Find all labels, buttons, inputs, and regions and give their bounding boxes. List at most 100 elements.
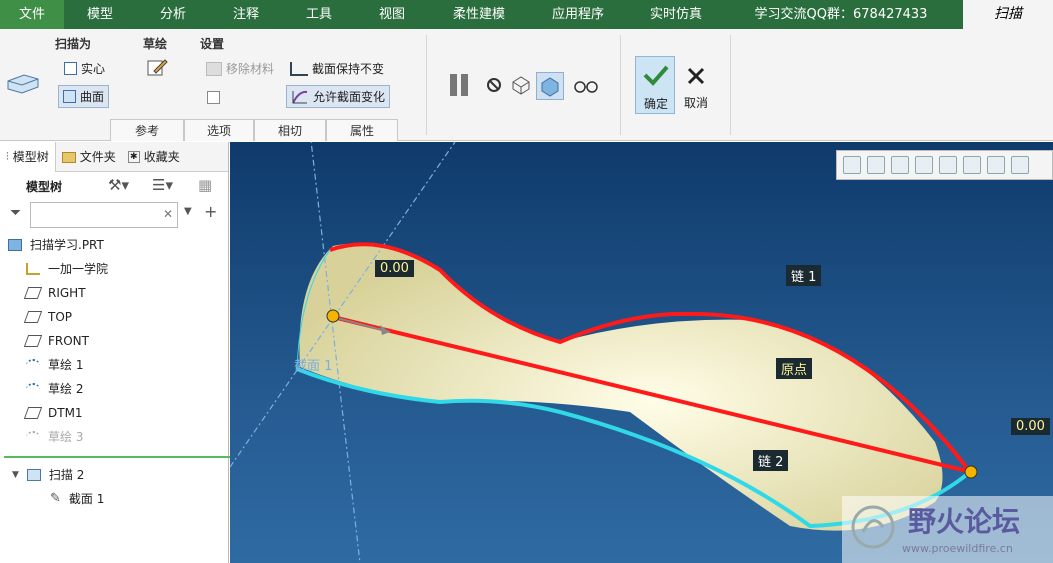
solid-button[interactable]: 实心 — [64, 60, 105, 77]
watermark-url: www.proewildfire.cn — [902, 542, 1013, 555]
section-sketch-icon: ✎ — [50, 491, 61, 506]
menu-sweep[interactable]: 扫描 — [963, 0, 1053, 29]
graphics-viewport[interactable]: 0.00 0.00 链 1 链 2 原点 截面 1 野火论坛 www.proew… — [230, 142, 1053, 563]
tree-filter-options-icon[interactable]: ▦ — [198, 176, 212, 194]
wireframe-preview-icon[interactable] — [510, 74, 532, 96]
cancel-label: 取消 — [683, 96, 708, 110]
chain-1-label: 链 1 — [786, 265, 822, 286]
allow-section-change-button[interactable]: 允许截面变化 — [286, 85, 391, 108]
surface-icon — [63, 90, 76, 103]
repaint-icon[interactable] — [915, 156, 933, 174]
screenshot-icon[interactable] — [1011, 156, 1029, 174]
add-filter-icon[interactable]: + — [204, 202, 217, 221]
collapse-icon[interactable]: ▼ — [12, 464, 19, 486]
remove-material-icon — [206, 61, 222, 76]
tab-folder-label: 文件夹 — [79, 150, 116, 164]
clear-search-icon[interactable]: ✕ — [163, 207, 173, 221]
allow-section-change-label: 允许截面变化 — [313, 90, 386, 104]
refit-icon[interactable] — [843, 156, 861, 174]
tab-references[interactable]: 参考 — [110, 119, 184, 141]
insert-here-marker[interactable] — [4, 456, 249, 458]
tree-item-csys[interactable]: 一加一学院 — [26, 258, 108, 280]
menu-annotation[interactable]: 注释 — [218, 0, 274, 29]
start-value-label[interactable]: 0.00 — [375, 260, 414, 277]
tree-item-label: TOP — [48, 310, 73, 324]
tab-model-tree[interactable]: ⫶ 模型树 — [0, 142, 56, 172]
tree-item-section[interactable]: ✎ 截面 1 — [50, 488, 104, 510]
end-value-label[interactable]: 0.00 — [1011, 418, 1050, 435]
section-constant-label: 截面保持不变 — [312, 62, 385, 76]
zoom-out-icon[interactable] — [891, 156, 909, 174]
cancel-button[interactable]: 取消 — [678, 56, 714, 114]
tree-item-label: 扫描学习.PRT — [30, 238, 104, 252]
tab-folder-browser[interactable]: 文件夹 — [56, 142, 122, 172]
saved-views-icon[interactable] — [963, 156, 981, 174]
settings-label: 设置 — [200, 37, 225, 51]
menu-model[interactable]: 模型 — [72, 0, 128, 29]
section-constant-button[interactable]: 截面保持不变 — [290, 60, 384, 77]
tab-favorites[interactable]: ✱ 收藏夹 — [122, 142, 186, 172]
start-point-handle[interactable] — [326, 309, 340, 323]
surface-button[interactable]: 曲面 — [58, 85, 110, 108]
sketch-icon — [26, 359, 40, 371]
ribbon-separator — [426, 35, 427, 135]
end-point-handle[interactable] — [964, 465, 978, 479]
section-constant-icon — [290, 61, 308, 76]
sweep-as-label: 扫描为 — [55, 37, 92, 51]
sketch-pencil-icon[interactable] — [146, 57, 168, 79]
tab-tangency[interactable]: 相切 — [254, 119, 326, 141]
tree-item-dtm1[interactable]: DTM1 — [23, 402, 83, 424]
no-preview-icon[interactable] — [486, 77, 502, 93]
tree-item-label: 草绘 3 — [48, 430, 84, 444]
remove-material-button[interactable]: 移除材料 — [206, 60, 274, 77]
sweep-feature-icon — [7, 74, 39, 94]
tree-tools-icon[interactable]: ⚒▾ — [108, 176, 129, 194]
tree-item-front-plane[interactable]: FRONT — [23, 330, 89, 352]
tree-item-right-plane[interactable]: RIGHT — [23, 282, 86, 304]
menu-applications[interactable]: 应用程序 — [540, 0, 616, 29]
menu-file[interactable]: 文件 — [0, 0, 64, 29]
pause-icon[interactable] — [448, 74, 470, 96]
chain-2-label: 链 2 — [753, 450, 789, 471]
solid-preview-button[interactable] — [536, 72, 564, 100]
solid-label: 实心 — [81, 62, 106, 76]
datum-plane-icon — [23, 335, 43, 347]
verify-glasses-icon[interactable] — [572, 77, 600, 95]
sweep-icon — [26, 469, 41, 481]
search-dropdown-icon[interactable]: ▼ — [184, 206, 192, 217]
datum-plane-icon — [23, 407, 43, 419]
sketch-icon — [26, 431, 40, 443]
ok-label: 确定 — [643, 97, 668, 111]
tree-item-label: DTM1 — [48, 406, 83, 420]
tree-item-sweep[interactable]: ▼ 扫描 2 — [12, 464, 84, 486]
section-label: 截面 1 — [294, 359, 333, 374]
menu-analysis[interactable]: 分析 — [145, 0, 201, 29]
tree-search-input[interactable]: ✕ — [30, 202, 178, 228]
thicken-checkbox[interactable] — [207, 91, 220, 104]
surface-label: 曲面 — [80, 90, 105, 104]
tree-item-top-plane[interactable]: TOP — [23, 306, 73, 328]
tab-favorites-label: 收藏夹 — [143, 150, 180, 164]
menu-tools[interactable]: 工具 — [291, 0, 347, 29]
display-style-icon[interactable] — [939, 156, 957, 174]
variable-section-icon — [292, 90, 308, 103]
view-manager-icon[interactable] — [987, 156, 1005, 174]
watermark: 野火论坛 www.proewildfire.cn — [842, 496, 1053, 563]
ok-button[interactable]: 确定 — [635, 56, 675, 114]
tree-item-sketch-1[interactable]: 草绘 1 — [26, 354, 83, 376]
tree-item-sketch-3[interactable]: 草绘 3 — [26, 426, 83, 448]
menu-realtime-sim[interactable]: 实时仿真 — [638, 0, 714, 29]
tree-item-sketch-2[interactable]: 草绘 2 — [26, 378, 83, 400]
menu-flexible-modeling[interactable]: 柔性建模 — [441, 0, 517, 29]
tab-properties[interactable]: 属性 — [326, 119, 398, 141]
zoom-in-icon[interactable] — [867, 156, 885, 174]
part-icon — [8, 239, 22, 251]
tab-options[interactable]: 选项 — [184, 119, 254, 141]
tree-root-part[interactable]: 扫描学习.PRT — [8, 234, 104, 256]
view-toolbar — [836, 150, 1053, 180]
thicken-icon — [207, 91, 220, 104]
tree-item-label: 草绘 1 — [48, 358, 84, 372]
menu-view[interactable]: 视图 — [364, 0, 420, 29]
folder-icon — [61, 151, 76, 163]
tree-settings-icon[interactable]: ☰▾ — [152, 176, 173, 194]
